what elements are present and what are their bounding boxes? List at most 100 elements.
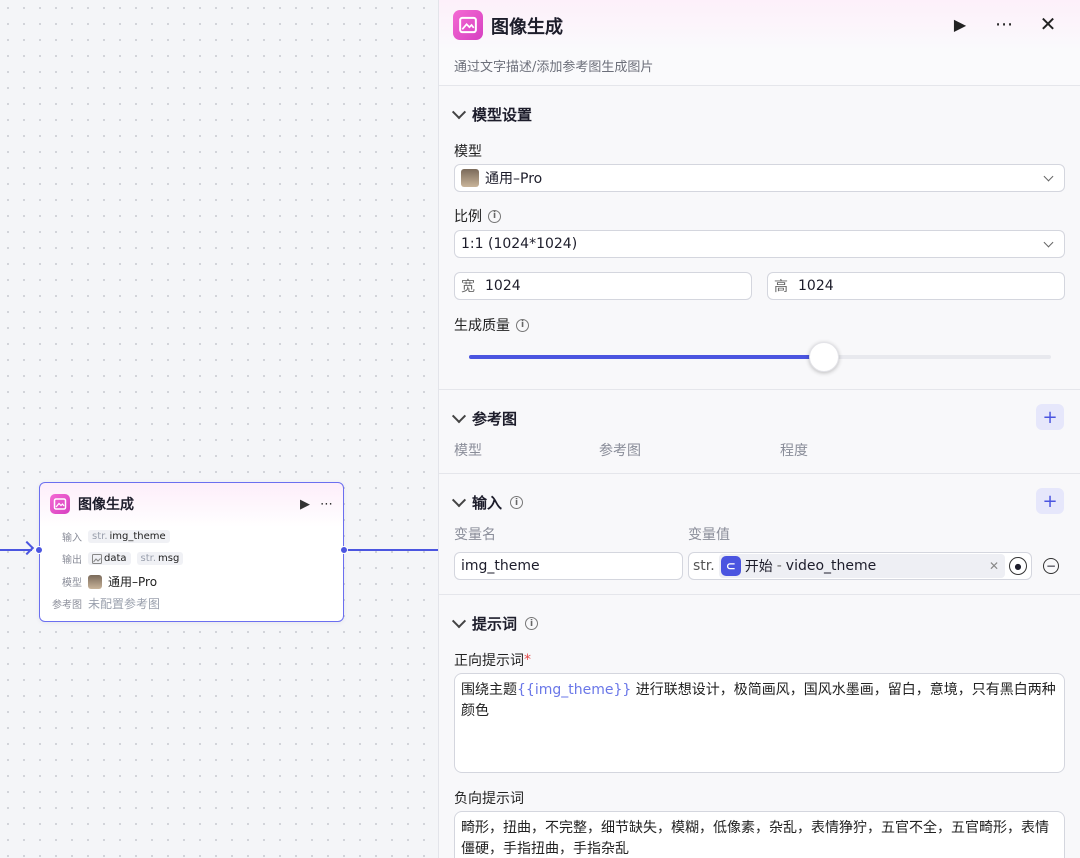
image-gen-icon [453, 10, 483, 40]
node-model-label: 模型 [62, 578, 82, 589]
positive-prompt-label-row: 正向提示词 * [454, 650, 531, 670]
more-icon[interactable]: ⋯ [320, 497, 333, 512]
clear-icon[interactable]: ✕ [989, 559, 999, 573]
edge-arrow-icon [19, 540, 35, 556]
node-input-label: 输入 [62, 533, 82, 544]
section-title: 参考图 [472, 410, 518, 428]
more-icon[interactable]: ⋯ [994, 14, 1014, 35]
info-icon[interactable]: i [488, 209, 501, 223]
ratio-label-row: 比例 i [454, 206, 501, 226]
width-input[interactable]: 宽 1024 [454, 272, 752, 300]
ref-var-name: video_theme [785, 558, 877, 574]
info-icon[interactable]: i [510, 496, 524, 509]
input-section: 输入 i + 变量名 变量值 img_theme str. ⊂ 开始 - vid… [439, 474, 1080, 595]
node-ref-row: 参考图 未配置参考图 [50, 595, 160, 612]
node-output-data-chip: data [88, 552, 131, 565]
prompt-section: 提示词 i 正向提示词 * 围绕主题{{img_theme}} 进行联想设计，极… [439, 595, 1080, 858]
col-degree: 程度 [780, 443, 808, 459]
height-input[interactable]: 高 1024 [767, 272, 1065, 300]
quality-slider-fill [469, 355, 825, 359]
run-icon[interactable]: ▶ [300, 497, 310, 512]
section-title: 输入 [472, 494, 503, 512]
chevron-down-icon [451, 104, 467, 119]
quality-slider-thumb[interactable] [809, 342, 840, 372]
chevron-down-icon [451, 408, 467, 423]
model-settings-section: 模型设置 模型 通用–Pro 比例 i 1:1 (1024*1024) 宽 10… [439, 86, 1080, 390]
node-config-panel: 图像生成 ▶ ⋯ ✕ 通过文字描述/添加参考图生成图片 模型设置 模型 通用–P… [438, 0, 1080, 858]
panel-description: 通过文字描述/添加参考图生成图片 [454, 60, 654, 75]
node-input-row: 输入 str. img_theme [50, 529, 170, 544]
ratio-value: 1:1 (1024*1024) [461, 236, 578, 252]
model-settings-header[interactable]: 模型设置 [451, 104, 533, 125]
node-input-port[interactable] [35, 546, 43, 554]
var-name-value: img_theme [461, 558, 540, 574]
close-icon[interactable]: ✕ [1038, 12, 1058, 36]
negative-prompt-label: 负向提示词 [454, 791, 524, 807]
required-mark: * [524, 652, 531, 668]
output-var-data: data [104, 553, 127, 564]
ratio-label: 比例 [454, 209, 482, 225]
image-gen-node[interactable]: 图像生成 ▶ ⋯ 输入 str. img_theme 输出 data str. ms… [39, 482, 344, 622]
quality-slider[interactable] [469, 342, 1051, 372]
info-icon[interactable]: i [525, 617, 539, 630]
node-ref-label: 参考图 [52, 600, 82, 611]
node-title: 图像生成 [78, 497, 134, 513]
var-value-input[interactable]: str. ⊂ 开始 - video_theme ✕ ● [688, 552, 1032, 580]
height-value: 1024 [798, 278, 834, 294]
node-output-msg-chip: str. msg [136, 552, 184, 565]
quality-label: 生成质量 [454, 318, 510, 334]
height-prefix: 高 [774, 279, 788, 295]
model-select[interactable]: 通用–Pro [454, 164, 1065, 192]
model-avatar [461, 169, 479, 187]
negative-prompt-text: 畸形，扭曲，不完整，细节缺失，模糊，低像素，杂乱，表情狰狞，五官不全，五官畸形，… [461, 820, 1049, 857]
info-icon[interactable]: i [516, 318, 529, 332]
ref-node-name: 开始 [744, 559, 773, 575]
image-gen-icon [50, 494, 70, 514]
width-prefix: 宽 [461, 279, 475, 295]
node-output-row: 输出 data str. msg [50, 551, 184, 566]
node-header: 图像生成 ▶ ⋯ [50, 493, 333, 515]
node-output-label: 输出 [62, 555, 82, 566]
prompt-text: 围绕主题 [461, 682, 517, 698]
prompt-variable: {{img_theme}} [517, 682, 632, 698]
ratio-select[interactable]: 1:1 (1024*1024) [454, 230, 1065, 258]
remove-input-icon[interactable]: − [1043, 558, 1059, 574]
chevron-down-icon [1043, 237, 1054, 248]
chevron-down-icon [1043, 171, 1054, 182]
output-var-msg: msg [158, 553, 180, 564]
negative-prompt-input[interactable]: 畸形，扭曲，不完整，细节缺失，模糊，低像素，杂乱，表情狰狞，五官不全，五官畸形，… [454, 811, 1065, 858]
node-input-chip: str. img_theme [88, 530, 170, 543]
add-reference-button[interactable]: + [1036, 404, 1064, 430]
positive-prompt-input[interactable]: 围绕主题{{img_theme}} 进行联想设计，极简画风，国风水墨画，留白，意… [454, 673, 1065, 773]
reference-header[interactable]: 参考图 [451, 408, 518, 429]
run-icon[interactable]: ▶ [950, 15, 970, 34]
ref-separator: - [776, 558, 782, 574]
col-model: 模型 [454, 443, 482, 459]
node-output-port[interactable] [340, 546, 348, 554]
model-value: 通用–Pro [485, 171, 543, 187]
quality-label-row: 生成质量 i [454, 315, 529, 335]
var-reference-chip[interactable]: ⊂ 开始 - video_theme ✕ [718, 554, 1005, 578]
image-type-icon [92, 553, 102, 564]
variable-picker-icon[interactable]: ● [1009, 557, 1027, 575]
positive-prompt-label: 正向提示词 [454, 653, 524, 669]
panel-header: 图像生成 ▶ ⋯ ✕ 通过文字描述/添加参考图生成图片 [439, 0, 1080, 86]
start-node-icon: ⊂ [720, 556, 741, 576]
add-input-button[interactable]: + [1036, 488, 1064, 514]
var-name-input[interactable]: img_theme [454, 552, 683, 580]
node-model-value: 通用–Pro [108, 575, 158, 589]
type-tag: str. [140, 553, 157, 564]
type-tag: str. [92, 531, 108, 542]
prompt-header[interactable]: 提示词 i [451, 613, 539, 634]
node-model-row: 模型 通用–Pro [50, 573, 157, 590]
model-label: 模型 [454, 144, 482, 160]
section-title: 模型设置 [472, 106, 533, 124]
input-header[interactable]: 输入 i [451, 492, 524, 513]
edge-outgoing [344, 549, 438, 551]
chevron-down-icon [451, 492, 467, 507]
col-var-value: 变量值 [688, 527, 730, 543]
width-value: 1024 [485, 278, 521, 294]
panel-title: 图像生成 [491, 17, 563, 38]
model-avatar [88, 574, 102, 589]
node-ref-value: 未配置参考图 [88, 597, 161, 611]
